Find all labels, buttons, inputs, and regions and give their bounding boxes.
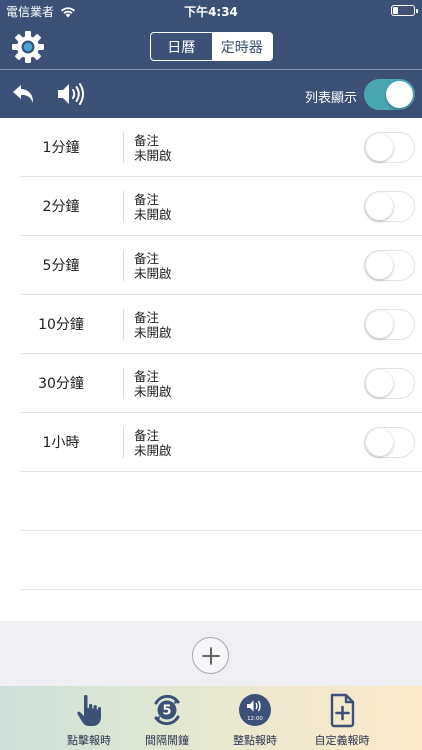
tab-label: 自定義報時 (314, 734, 370, 747)
timer-row[interactable]: 1小時 备注 未開啟 (20, 413, 422, 472)
tab-interval-alarm[interactable]: 5 間隔鬧鐘 (119, 686, 215, 750)
row-separator (123, 132, 124, 163)
interval-5-icon: 5 (154, 694, 180, 726)
status-bar: 電信業者 下午4:34 (0, 0, 422, 22)
hand-pointer-icon (77, 694, 101, 726)
add-timer-button[interactable] (192, 637, 229, 674)
timer-toggle[interactable] (364, 368, 415, 399)
toggle-knob (366, 310, 393, 338)
timer-status: 未開啟 (134, 325, 172, 340)
timer-list: 1分鐘 备注 未開啟 2分鐘 备注 未開啟 5分鐘 备注 未開啟 10分鐘 备注… (0, 118, 422, 590)
tab-label: 間隔鬧鐘 (145, 734, 189, 747)
timer-status: 未開啟 (134, 384, 172, 399)
timer-note: 备注 (134, 428, 160, 443)
toggle-knob (366, 192, 393, 220)
empty-row (20, 472, 422, 531)
row-separator (123, 309, 124, 340)
timer-toggle[interactable] (364, 309, 415, 340)
timer-toggle[interactable] (364, 250, 415, 281)
timer-toggle[interactable] (364, 427, 415, 458)
custom-document-icon (330, 693, 355, 728)
plus-icon (201, 646, 220, 665)
timer-row[interactable]: 2分鐘 备注 未開啟 (20, 177, 422, 236)
timer-info: 备注 未開啟 (134, 251, 172, 281)
empty-row (20, 531, 422, 590)
tab-timer[interactable]: 定時器 (211, 33, 272, 60)
list-view-toggle[interactable] (364, 79, 415, 110)
toggle-knob (366, 369, 393, 397)
timer-row[interactable]: 5分鐘 备注 未開啟 (20, 236, 422, 295)
row-separator (123, 191, 124, 222)
timer-note: 备注 (134, 369, 160, 384)
battery-icon (391, 5, 418, 16)
timer-info: 备注 未開啟 (134, 310, 172, 340)
timer-row[interactable]: 1分鐘 备注 未開啟 (20, 118, 422, 177)
view-segmented-control: 日曆 定時器 (150, 32, 273, 61)
list-view-label: 列表顯示 (304, 91, 357, 106)
timer-note: 备注 (134, 310, 160, 325)
toggle-knob (366, 428, 393, 456)
timer-status: 未開啟 (134, 443, 172, 458)
status-time: 下午4:34 (184, 5, 238, 19)
speaker-clock-icon: 12:00 (239, 694, 271, 726)
toggle-knob (386, 81, 413, 108)
tab-label: 整點報時 (233, 734, 277, 747)
undo-arrow-icon[interactable] (11, 82, 37, 106)
app-header: 電信業者 下午4:34 日曆 定時器 列表顯示 (0, 0, 422, 118)
timer-row[interactable]: 30分鐘 备注 未開啟 (20, 354, 422, 413)
timer-status: 未開啟 (134, 148, 172, 163)
bottom-tab-bar: 點擊報時 5 間隔鬧鐘 12:00 整點報時 自定義報時 (0, 686, 422, 750)
row-separator (123, 250, 124, 281)
clock-badge: 12:00 (247, 716, 263, 722)
timer-duration: 1分鐘 (42, 140, 80, 156)
timer-note: 备注 (134, 192, 160, 207)
tab-custom-announce[interactable]: 自定義報時 (294, 686, 390, 750)
toggle-knob (366, 133, 393, 161)
speaker-volume-icon[interactable] (56, 81, 86, 107)
add-timer-area (0, 621, 422, 686)
timer-duration: 5分鐘 (42, 258, 80, 274)
tab-calendar[interactable]: 日曆 (151, 33, 212, 60)
settings-gear-icon[interactable] (11, 30, 45, 64)
timer-info: 备注 未開啟 (134, 428, 172, 458)
timer-info: 备注 未開啟 (134, 192, 172, 222)
timer-note: 备注 (134, 133, 160, 148)
row-separator (123, 368, 124, 399)
timer-duration: 2分鐘 (42, 199, 80, 215)
timer-duration: 30分鐘 (38, 376, 84, 392)
timer-duration: 1小時 (42, 435, 80, 451)
tab-hourly-announce[interactable]: 12:00 整點報時 (207, 686, 303, 750)
header-divider (0, 69, 422, 70)
timer-info: 备注 未開啟 (134, 133, 172, 163)
timer-note: 备注 (134, 251, 160, 266)
timer-status: 未開啟 (134, 207, 172, 222)
toggle-knob (366, 251, 393, 279)
timer-status: 未開啟 (134, 266, 172, 281)
interval-badge: 5 (162, 704, 171, 719)
timer-toggle[interactable] (364, 191, 415, 222)
timer-duration: 10分鐘 (38, 317, 84, 333)
timer-toggle[interactable] (364, 132, 415, 163)
timer-info: 备注 未開啟 (134, 369, 172, 399)
timer-row[interactable]: 10分鐘 备注 未開啟 (20, 295, 422, 354)
row-separator (123, 427, 124, 458)
